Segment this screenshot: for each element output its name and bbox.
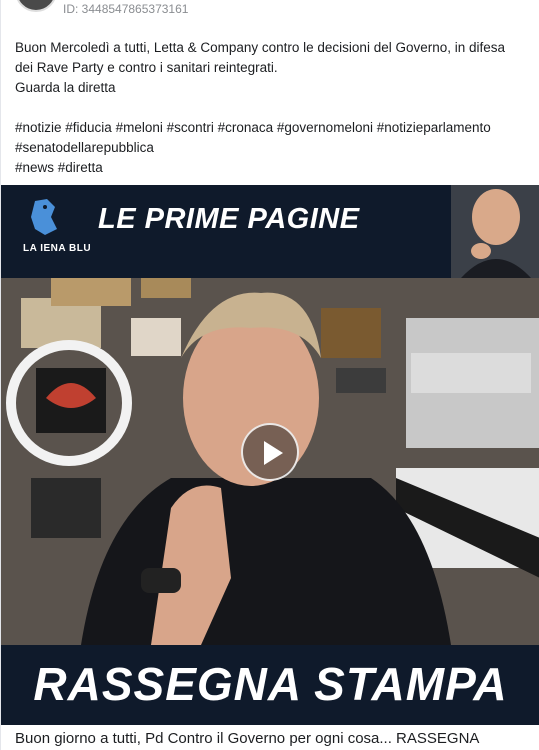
video-caption[interactable]: Buon giorno a tutti, Pd Contro il Govern… [15,729,535,749]
play-icon [264,441,283,465]
video-headline: LE PRIME PAGINE [98,203,360,235]
logo-text: LA IENA BLU [23,243,92,254]
avatar[interactable] [15,0,57,12]
post-id: ID: 3448547865373161 [63,2,189,16]
banner-title: RASSEGNA STAMPA [33,658,508,710]
play-button[interactable] [241,423,299,481]
hashtags: #notizie #fiducia #meloni #scontri #cron… [15,118,530,178]
hashtag-line[interactable]: #notizie #fiducia #meloni #scontri #cron… [15,118,530,138]
post-card: ID: 3448547865373161 Buon Mercoledì a tu… [0,0,539,750]
video-top-banner: LA IENA BLU LE PRIME PAGINE [1,185,539,278]
post-text-line: Guarda la diretta [15,80,116,95]
video-player[interactable]: LA IENA BLU LE PRIME PAGINE RASSEGNA STA… [1,185,539,725]
hashtag-line[interactable]: #news #diretta [15,158,530,178]
post-text: Buon Mercoledì a tutti, Letta & Company … [15,38,525,98]
presenter-thumbnail [451,185,539,278]
post-text-line: dei Rave Party e contro i sanitari reint… [15,60,278,75]
hashtag-line[interactable]: #senatodellarepubblica [15,138,530,158]
hyena-logo-icon [31,199,57,235]
post-text-line: Buon Mercoledì a tutti, Letta & Company … [15,40,506,55]
video-bottom-banner: RASSEGNA STAMPA [1,645,539,725]
